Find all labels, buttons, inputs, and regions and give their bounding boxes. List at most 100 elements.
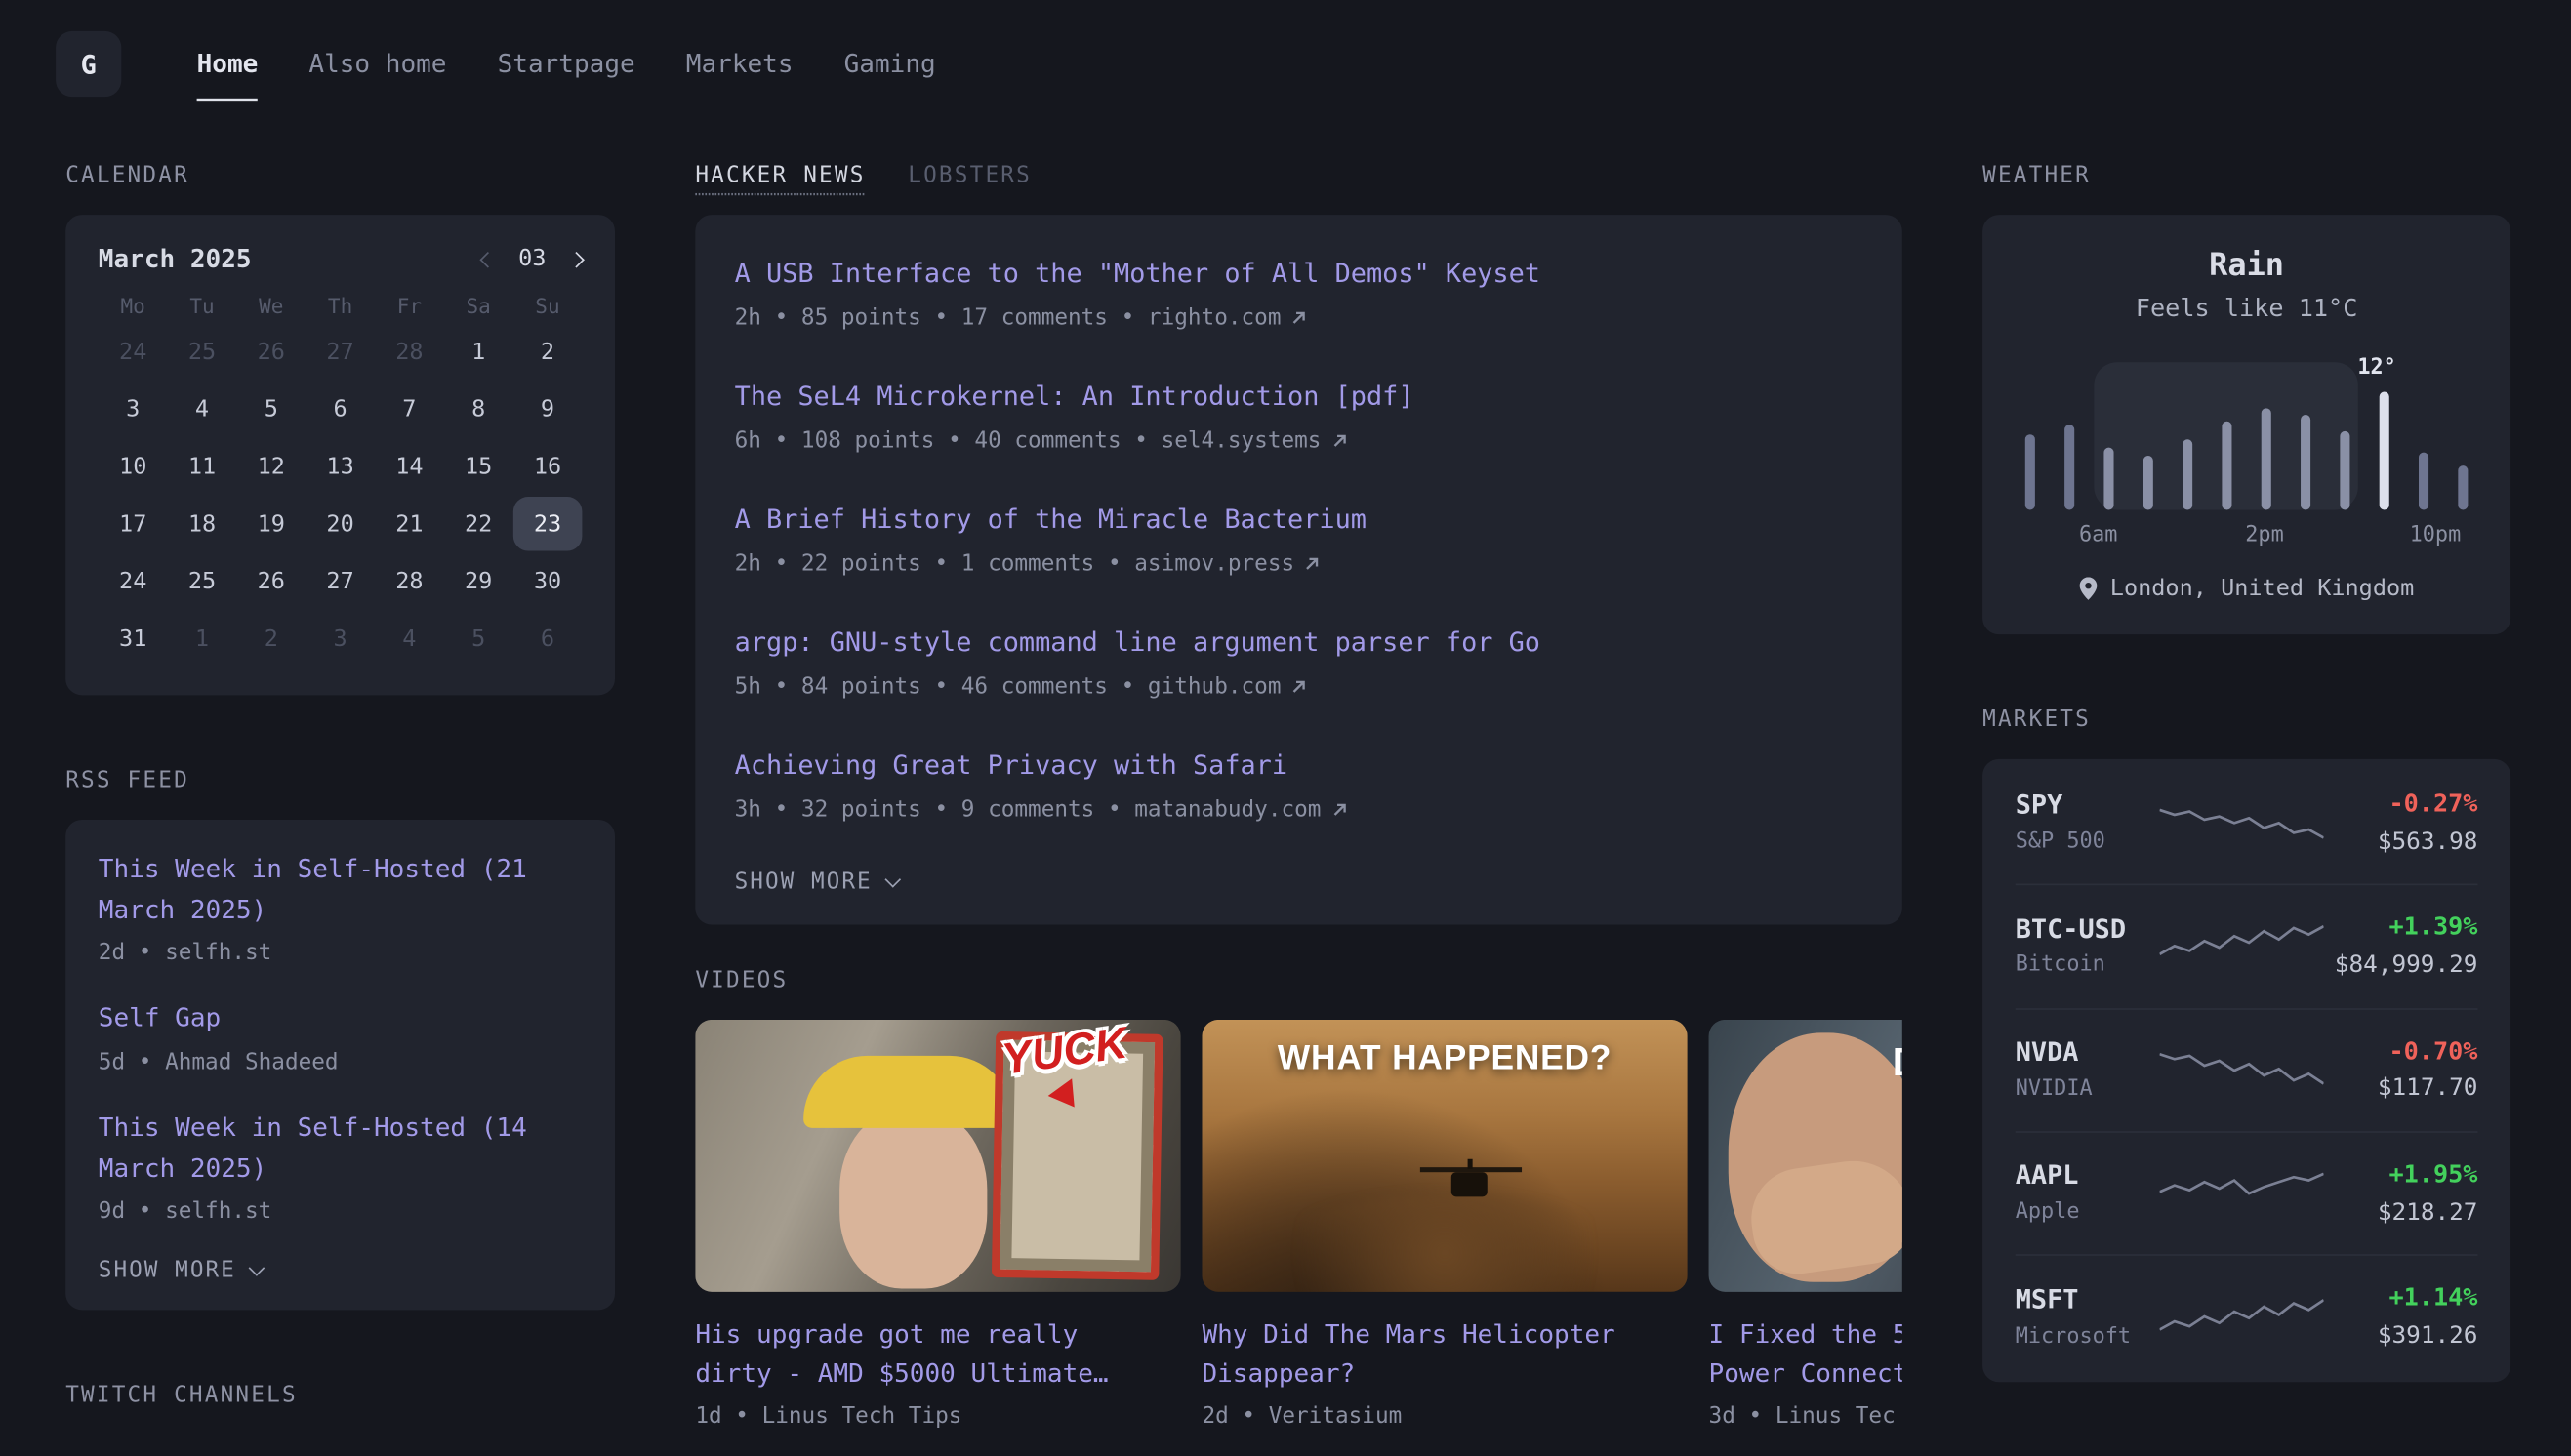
market-change: -0.70%	[2323, 1035, 2478, 1068]
calendar-next-button[interactable]	[571, 254, 583, 265]
hacker-news-widget: A USB Interface to the "Mother of All De…	[695, 215, 1901, 925]
weather-hour-label: 10pm	[2410, 523, 2462, 547]
hn-item-title[interactable]: Achieving Great Privacy with Safari	[735, 747, 1863, 788]
location-pin-icon	[2079, 577, 2097, 600]
calendar-weekday: Tu	[168, 294, 237, 318]
nav-tabs: Home Also home Startpage Markets Gaming	[197, 0, 936, 128]
external-link-icon[interactable]	[1331, 432, 1348, 449]
market-value-block: -0.27% $563.98	[2323, 789, 2478, 858]
video-title[interactable]: Why Did The Mars HelicopterDisappear?	[1202, 1315, 1687, 1395]
calendar-day: 17	[99, 497, 168, 550]
nav-tab-home[interactable]: Home	[197, 36, 259, 92]
calendar-day: 4	[168, 382, 237, 435]
calendar-day: 6	[513, 612, 583, 666]
calendar-day: 7	[375, 382, 444, 435]
external-link-icon[interactable]	[1331, 802, 1348, 819]
market-row-aapl[interactable]: AAPL Apple +1.95% $218.27	[2016, 1131, 2478, 1255]
market-change: -0.27%	[2323, 789, 2478, 821]
calendar-day: 29	[444, 554, 513, 608]
external-link-icon[interactable]	[1291, 309, 1308, 326]
hn-item-title[interactable]: argp: GNU-style command line argument pa…	[735, 624, 1863, 665]
markets-widget: SPY S&P 500 -0.27% $563.98 BTC-USD Bitco…	[1982, 759, 2510, 1382]
rss-item-title[interactable]: This Week in Self-Hosted (14 March 2025)	[99, 1108, 583, 1190]
market-name: Bitcoin	[2016, 953, 2159, 981]
rss-item-title[interactable]: This Week in Self-Hosted (21 March 2025)	[99, 849, 583, 931]
market-ticker: SPY	[2016, 789, 2159, 824]
weather-feels-like: Feels like 11°C	[2016, 294, 2478, 323]
feed-tab-lobsters[interactable]: LOBSTERS	[908, 162, 1032, 188]
rss-item-title[interactable]: Self Gap	[99, 999, 583, 1040]
calendar-month-number: 03	[518, 246, 546, 272]
rss-show-more-button[interactable]: SHOW MORE	[99, 1258, 583, 1284]
nav-tab-startpage[interactable]: Startpage	[498, 36, 635, 92]
hn-item-title[interactable]: A USB Interface to the "Mother of All De…	[735, 254, 1863, 295]
calendar-weekday: We	[236, 294, 306, 318]
calendar-day: 11	[168, 439, 237, 493]
nav-tab-gaming[interactable]: Gaming	[844, 36, 936, 92]
video-thumbnail[interactable]: DO	[1709, 1020, 1902, 1292]
calendar-day-selected: 23	[513, 497, 583, 550]
thumbnail-art	[803, 1056, 1013, 1128]
video-title[interactable]: His upgrade got me reallydirty - AMD $50…	[695, 1315, 1180, 1395]
calendar-day: 3	[99, 382, 168, 435]
app-logo[interactable]: G	[56, 31, 121, 97]
market-change: +1.39%	[2323, 912, 2478, 945]
market-symbol-block: NVDA NVIDIA	[2016, 1036, 2159, 1105]
videos-section-heading: VIDEOS	[695, 968, 1901, 994]
peak-temperature-label: 12°	[2357, 356, 2395, 381]
hn-item: argp: GNU-style command line argument pa…	[735, 624, 1863, 704]
hn-item: A USB Interface to the "Mother of All De…	[735, 254, 1863, 334]
calendar-day: 14	[375, 439, 444, 493]
video-thumbnail[interactable]: WHAT HAPPENED?	[1202, 1020, 1687, 1292]
weather-hour-bar	[2458, 465, 2468, 509]
weather-hour-bar	[2025, 434, 2035, 509]
hn-show-more-button[interactable]: SHOW MORE	[735, 870, 1863, 896]
market-row-btc-usd[interactable]: BTC-USD Bitcoin +1.39% $84,999.29	[2016, 884, 2478, 1008]
hn-item-meta: 5h • 84 points • 46 comments • github.co…	[735, 670, 1863, 704]
rss-item-meta: 5d • Ahmad Shadeed	[99, 1045, 583, 1078]
thumbnail-art	[1250, 1193, 1639, 1292]
market-price: $218.27	[2323, 1197, 2478, 1229]
calendar-day: 12	[236, 439, 306, 493]
chevron-down-icon	[249, 1261, 265, 1277]
weather-hour-label: 2pm	[2245, 523, 2283, 547]
video-thumbnail[interactable]: YUCK	[695, 1020, 1180, 1292]
weather-bars	[2025, 382, 2469, 509]
hn-item: The SeL4 Microkernel: An Introduction [p…	[735, 377, 1863, 457]
glance-dashboard: G Home Also home Startpage Markets Gaming CA…	[0, 0, 2571, 1456]
nav-tab-also-home[interactable]: Also home	[308, 36, 446, 92]
weather-location: London, United Kingdom	[2110, 576, 2415, 602]
video-title[interactable]: I Fixed the 5Power Connect	[1709, 1315, 1902, 1395]
calendar-prev-button[interactable]	[482, 254, 494, 265]
hn-item: A Brief History of the Miracle Bacterium…	[735, 501, 1863, 581]
hn-item-title[interactable]: A Brief History of the Miracle Bacterium	[735, 501, 1863, 542]
external-link-icon[interactable]	[1291, 679, 1308, 696]
weather-condition: Rain	[2016, 248, 2478, 284]
weather-hour-bar	[2380, 392, 2389, 510]
weather-widget: Rain Feels like 11°C 12° 6am2pm10pm Lond…	[1982, 215, 2510, 634]
calendar-day: 5	[236, 382, 306, 435]
rss-item-meta: 2d • selfh.st	[99, 937, 583, 970]
market-price: $563.98	[2323, 828, 2478, 859]
external-link-icon[interactable]	[1304, 556, 1321, 573]
calendar-day: 19	[236, 497, 306, 550]
dashboard-grid: CALENDAR March 2025 03 MoTuWeThFrSaSu 24…	[0, 128, 2571, 1435]
calendar-day: 16	[513, 439, 583, 493]
top-nav: G Home Also home Startpage Markets Gaming	[0, 0, 2571, 128]
market-row-msft[interactable]: MSFT Microsoft +1.14% $391.26	[2016, 1255, 2478, 1379]
hn-item-title[interactable]: The SeL4 Microkernel: An Introduction [p…	[735, 377, 1863, 418]
calendar-day: 27	[306, 554, 375, 608]
market-value-block: +1.14% $391.26	[2323, 1282, 2478, 1352]
calendar-weekday: Sa	[444, 294, 513, 318]
video-item: DO I Fixed the 5Power Connect 3d • Linus…	[1709, 1020, 1902, 1430]
nav-tab-markets[interactable]: Markets	[686, 36, 794, 92]
feed-tab-hacker-news[interactable]: HACKER NEWS	[695, 162, 865, 188]
show-more-label: SHOW MORE	[735, 870, 873, 896]
weather-location-row: London, United Kingdom	[2016, 576, 2478, 602]
video-meta: 2d • Veritasium	[1202, 1404, 1687, 1431]
calendar-day: 27	[306, 325, 375, 379]
weather-hour-bar	[2143, 456, 2153, 509]
market-row-spy[interactable]: SPY S&P 500 -0.27% $563.98	[2016, 762, 2478, 884]
market-row-nvda[interactable]: NVDA NVIDIA -0.70% $117.70	[2016, 1008, 2478, 1132]
market-price: $117.70	[2323, 1074, 2478, 1106]
